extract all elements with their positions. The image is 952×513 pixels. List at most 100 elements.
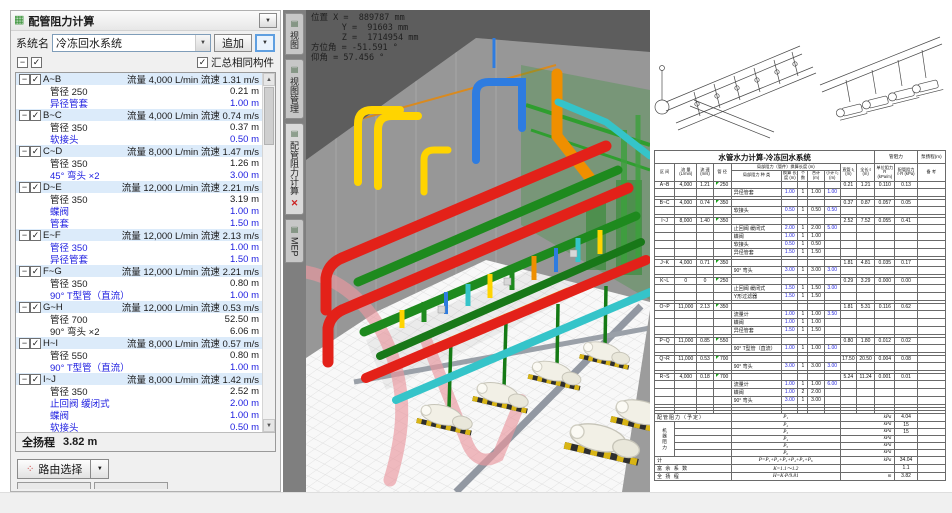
tab-close-icon[interactable]: ✕ <box>291 198 299 209</box>
cell-fitting-qty: 1 <box>798 292 808 300</box>
scroll-down-button[interactable]: ▼ <box>263 419 275 432</box>
pipe-item-row[interactable]: 90° T型管（直流）1.00 m <box>16 289 262 301</box>
check-all-checkbox[interactable]: ✓ <box>31 57 42 68</box>
drawing-sheet-panel[interactable]: 水管水力计算-冷冻回水系统管阻力泵扬程(m)区 间流 量 (L/min)流 速 … <box>650 10 950 493</box>
clipped-button[interactable] <box>17 482 91 489</box>
clipped-button[interactable] <box>94 482 168 489</box>
collapse-toggle-icon[interactable]: − <box>19 110 30 121</box>
item-label: 蝶阀 <box>50 205 69 217</box>
pipe-item-row[interactable]: 45° 弯头 ×23.00 m <box>16 169 262 181</box>
pipe-item-row[interactable]: 管径 3501.26 m <box>16 157 262 169</box>
summary-value: 34.04 <box>895 456 917 464</box>
collapse-toggle-icon[interactable]: − <box>19 374 30 385</box>
pipe-item-row[interactable]: 管径 5500.80 m <box>16 349 262 361</box>
table-row: 蝶阀1.0022.00 <box>655 388 946 396</box>
scrollbar-thumb[interactable] <box>264 87 274 145</box>
section-checkbox[interactable]: ✓ <box>30 302 41 313</box>
section-checkbox[interactable]: ✓ <box>30 266 41 277</box>
cell <box>655 266 675 274</box>
pipe-item-row[interactable]: 管径 2500.21 m <box>16 85 262 97</box>
pipe-listbox[interactable]: −✓A~B流量 4,000 L/min 流速 1.31 m/s管径 2500.2… <box>16 73 275 433</box>
panel-menu-button[interactable]: ▼ <box>259 13 277 28</box>
section-checkbox[interactable]: ✓ <box>30 338 41 349</box>
cell <box>655 224 675 232</box>
add-dropdown-button[interactable]: ▼ <box>255 34 275 52</box>
item-label: 45° 弯头 ×2 <box>50 169 99 181</box>
cell <box>824 259 840 266</box>
cell-fitting-subtotal <box>824 232 840 240</box>
pipe-section-row[interactable]: −✓F~G流量 12,000 L/min 流速 2.21 m/s <box>16 265 262 277</box>
section-checkbox[interactable]: ✓ <box>30 74 41 85</box>
pipe-item-row[interactable]: 90° 弯头 ×26.06 m <box>16 325 262 337</box>
item-value: 6.06 m <box>230 326 259 337</box>
pipe-section-row[interactable]: −✓D~E流量 12,000 L/min 流速 2.21 m/s <box>16 181 262 193</box>
cell <box>875 344 895 352</box>
pipe-item-row[interactable]: 管径 3500.37 m <box>16 121 262 133</box>
collapse-toggle-icon[interactable]: − <box>19 302 30 313</box>
pipe-section-row[interactable]: −✓H~I流量 8,000 L/min 流速 0.57 m/s <box>16 337 262 349</box>
section-checkbox[interactable]: ✓ <box>30 110 41 121</box>
cell-fitting-subtotal: 0.50 <box>824 206 840 214</box>
scroll-up-button[interactable]: ▲ <box>263 73 275 86</box>
pipe-item-row[interactable]: 蝶阀1.00 m <box>16 409 262 421</box>
pipe-item-row[interactable]: 管套1.50 m <box>16 217 262 229</box>
pipe-item-row[interactable]: 管径 3501.00 m <box>16 241 262 253</box>
section-checkbox[interactable]: ✓ <box>30 146 41 157</box>
pipe-item-row[interactable]: 管径 3500.80 m <box>16 277 262 289</box>
pipe-section-row[interactable]: −✓B~C流量 4,000 L/min 流速 0.74 m/s <box>16 109 262 121</box>
cell-straight-length: 0.80 <box>840 337 856 344</box>
cell-section: Q~R <box>655 355 675 362</box>
cell <box>808 217 824 224</box>
cell-flow: 4,000 <box>675 373 697 380</box>
route-select-button[interactable]: ⁘ 路由选择 <box>17 459 91 479</box>
pipe-section-row[interactable]: −✓C~D流量 8,000 L/min 流速 1.47 m/s <box>16 145 262 157</box>
pipe-item-row[interactable]: 90° T型管（直流）1.00 m <box>16 361 262 373</box>
cell <box>895 380 917 388</box>
cell <box>782 303 798 310</box>
pipe-item-row[interactable]: 软接头0.50 m <box>16 133 262 145</box>
side-tab-视图[interactable]: ▤视图 <box>285 13 304 55</box>
collapse-toggle-icon[interactable]: − <box>19 338 30 349</box>
summary-value: 1.1 <box>895 464 917 472</box>
cell <box>697 266 713 274</box>
pipe-item-row[interactable]: 管径 3503.19 m <box>16 193 262 205</box>
pipe-section-row[interactable]: −✓I~J流量 8,000 L/min 流速 1.42 m/s <box>16 373 262 385</box>
cell <box>655 292 675 300</box>
collapse-toggle-icon[interactable]: − <box>19 266 30 277</box>
collapse-all-button[interactable]: − <box>17 57 28 68</box>
cell <box>655 206 675 214</box>
section-checkbox[interactable]: ✓ <box>30 230 41 241</box>
cell-total-length: 11.24 <box>856 373 874 380</box>
cell-fitting-qty: 1 <box>798 362 808 370</box>
pipe-item-row[interactable]: 管径 70052.50 m <box>16 313 262 325</box>
collapse-toggle-icon[interactable]: − <box>19 74 30 85</box>
summarize-checkbox[interactable]: ✓ <box>197 57 208 68</box>
add-button[interactable]: 追加 <box>214 34 252 52</box>
system-name-combobox[interactable]: 冷冻回水系统 ▼ <box>52 34 211 52</box>
combo-arrow-icon[interactable]: ▼ <box>195 35 210 51</box>
cell <box>697 362 713 370</box>
side-tab-MEP[interactable]: ▤MEP <box>285 219 304 263</box>
pipe-section-row[interactable]: −✓E~F流量 12,000 L/min 流速 2.13 m/s <box>16 229 262 241</box>
section-checkbox[interactable]: ✓ <box>30 374 41 385</box>
pipe-section-row[interactable]: −✓A~B流量 4,000 L/min 流速 1.31 m/s <box>16 73 262 85</box>
pipe-item-row[interactable]: 异径管套1.50 m <box>16 253 262 265</box>
pipe-item-row[interactable]: 软接头0.50 m <box>16 421 262 433</box>
side-tab-配管阻力计算[interactable]: ▤配管阻力计算✕ <box>285 123 304 215</box>
collapse-toggle-icon[interactable]: − <box>19 230 30 241</box>
side-tab-视图管理[interactable]: ▤视图管理 <box>285 59 304 119</box>
pipe-item-row[interactable]: 止回阀 缓闭式2.00 m <box>16 397 262 409</box>
pipe-item-row[interactable]: 管径 3502.52 m <box>16 385 262 397</box>
list-scrollbar[interactable]: ▲ ▼ <box>262 73 275 432</box>
cell <box>713 188 731 196</box>
route-dropdown-button[interactable]: ▼ <box>91 459 109 479</box>
pipe-section-row[interactable]: −✓G~H流量 12,000 L/min 流速 0.53 m/s <box>16 301 262 313</box>
collapse-toggle-icon[interactable]: − <box>19 146 30 157</box>
cell-flow: 4,000 <box>675 181 697 188</box>
collapse-toggle-icon[interactable]: − <box>19 182 30 193</box>
cell <box>895 206 917 214</box>
section-checkbox[interactable]: ✓ <box>30 182 41 193</box>
viewport-3d[interactable]: 位置 X = 889787 mm Y = 91603 mm Z = 171495… <box>306 10 650 492</box>
pipe-item-row[interactable]: 异径管套1.00 m <box>16 97 262 109</box>
pipe-item-row[interactable]: 蝶阀1.00 m <box>16 205 262 217</box>
